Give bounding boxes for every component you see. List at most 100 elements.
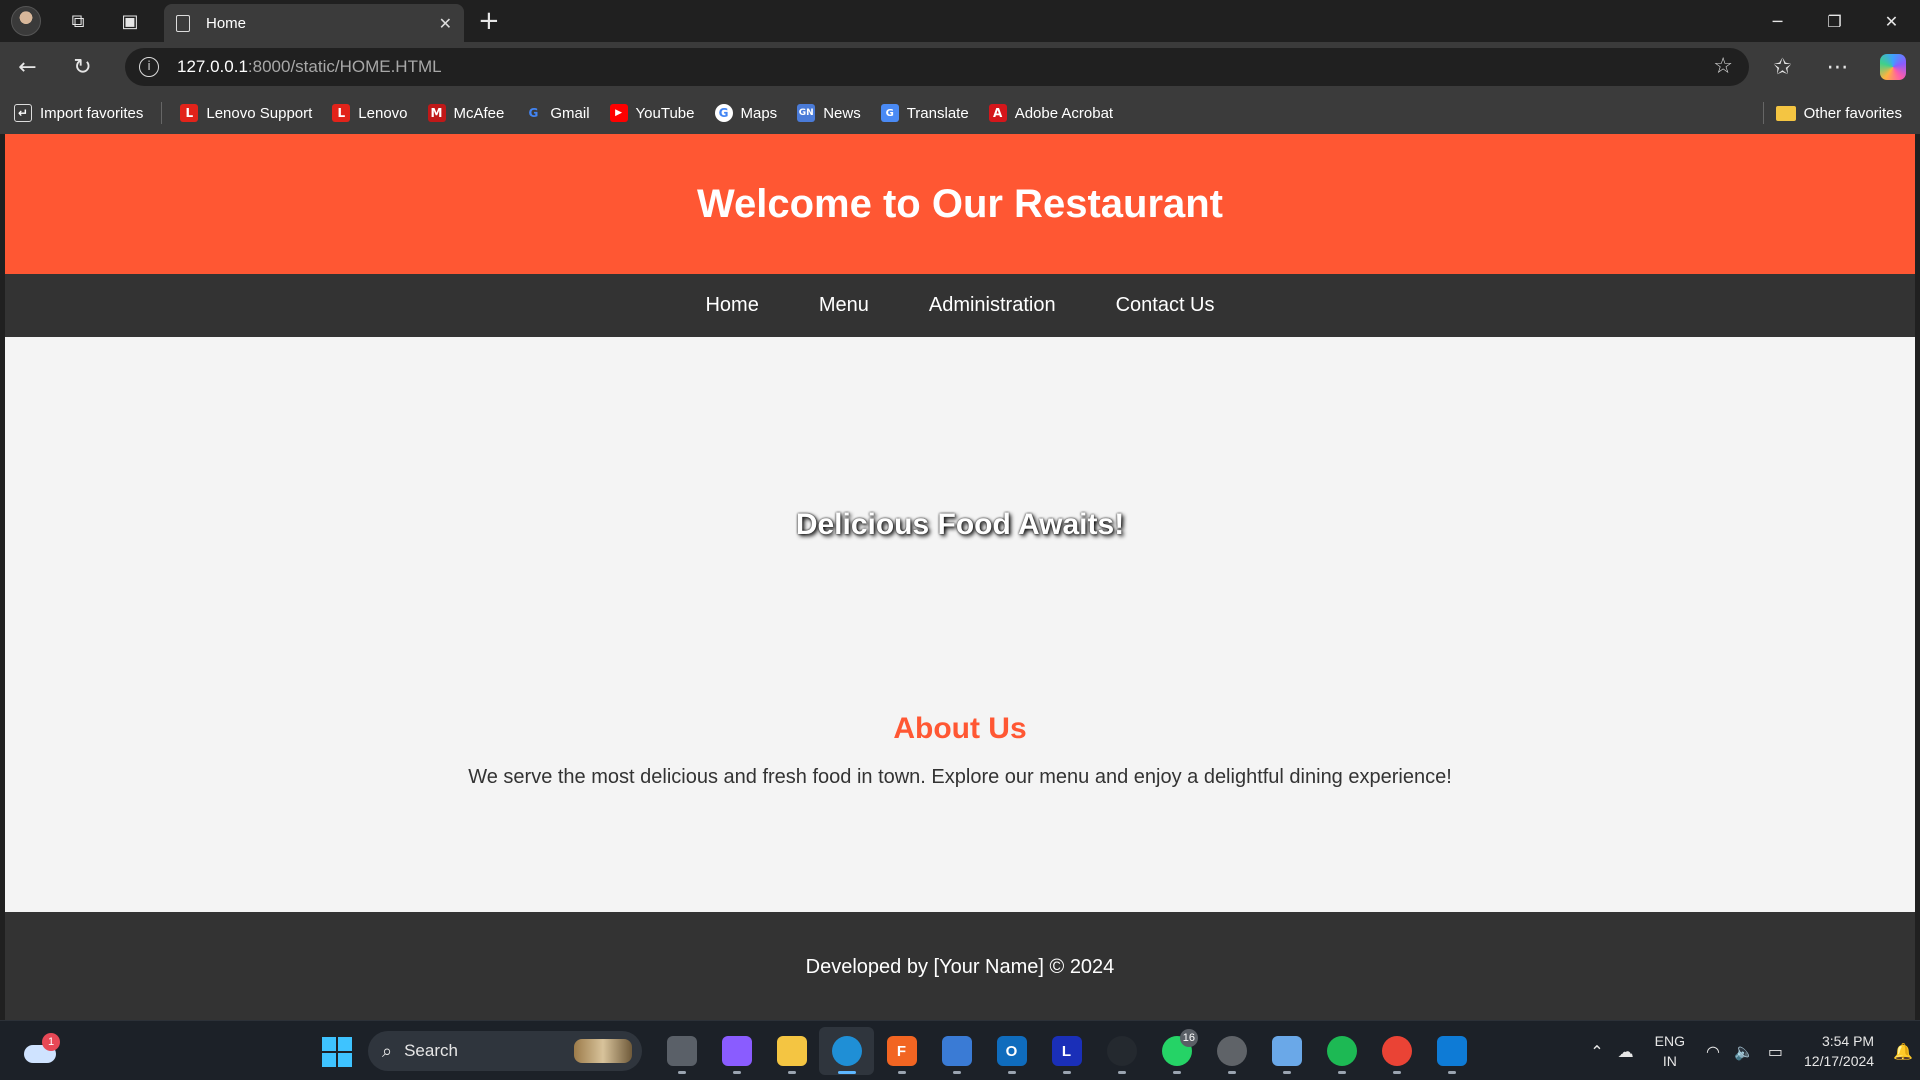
bookmark-maps[interactable]: G Maps [714, 98, 777, 128]
address-bar[interactable]: i 127.0.0.1:8000/static/HOME.HTML ☆ [125, 48, 1749, 86]
bookmark-translate[interactable]: G Translate [880, 98, 969, 128]
toolbar-right: ✩ ⋯ [1755, 42, 1920, 92]
spotify-icon [1326, 1036, 1357, 1066]
site-header: Welcome to Our Restaurant [5, 134, 1915, 274]
taskbar-app-file-explorer[interactable] [764, 1027, 819, 1075]
taskbar-app-chatgpt[interactable] [1204, 1027, 1259, 1075]
site-info-icon[interactable]: i [139, 57, 159, 77]
taskbar-app-whatsapp[interactable]: 16 [1149, 1027, 1204, 1075]
nav-link-administration[interactable]: Administration [929, 294, 1056, 317]
hero-section: Delicious Food Awaits! [5, 337, 1915, 712]
running-indicator [732, 1071, 741, 1074]
taskbar-app-task-view[interactable] [654, 1027, 709, 1075]
acrobat-icon: A [988, 104, 1007, 122]
back-icon[interactable]: ← [0, 42, 55, 92]
minimize-icon[interactable]: ─ [1749, 0, 1806, 42]
workspaces-icon[interactable]: ⧉ [52, 0, 104, 42]
running-indicator [1227, 1071, 1236, 1074]
bookmark-adobe-acrobat[interactable]: A Adobe Acrobat [988, 98, 1114, 128]
taskbar-app-chrome[interactable] [1369, 1027, 1424, 1075]
new-tab-icon[interactable]: + [478, 6, 500, 36]
language-code: ENG [1654, 1033, 1685, 1049]
bookmark-youtube[interactable]: ▶ YouTube [609, 98, 695, 128]
onedrive-icon[interactable]: ☁ [1618, 1042, 1634, 1061]
file-explorer-icon [776, 1036, 807, 1066]
start-button[interactable] [322, 1037, 352, 1067]
bookmark-lenovo[interactable]: L Lenovo [332, 98, 408, 128]
copilot-button[interactable] [1865, 42, 1920, 92]
weather-widget[interactable]: 1 [22, 1033, 60, 1065]
taskbar: 1 ⌕ Search F O L 16 ⌃ ☁ ENG IN ◠ 🔈 ▭ 3:54 P… [0, 1020, 1920, 1080]
bookmark-news[interactable]: GN News [797, 98, 861, 128]
github-icon [1106, 1036, 1137, 1066]
lenovo-icon: L [332, 104, 351, 122]
nav-link-menu[interactable]: Menu [819, 294, 869, 317]
chevron-up-icon[interactable]: ⌃ [1590, 1042, 1603, 1061]
running-indicator [677, 1071, 686, 1074]
windows-logo-tile [338, 1037, 352, 1051]
mcafee-icon: M [427, 104, 446, 122]
favorites-bar: ↵ Import favorites L Lenovo Support L Le… [0, 92, 1920, 134]
taskbar-app-copilot[interactable] [709, 1027, 764, 1075]
bookmark-label: News [823, 104, 861, 122]
copilot-icon [721, 1036, 752, 1066]
close-tab-icon[interactable]: ✕ [439, 14, 452, 33]
restore-icon[interactable]: ❐ [1806, 0, 1863, 42]
refresh-icon[interactable]: ↻ [55, 42, 110, 92]
running-indicator [1392, 1071, 1401, 1074]
tab-title: Home [206, 14, 247, 32]
chrome-icon [1381, 1036, 1412, 1066]
wifi-icon[interactable]: ◠ [1706, 1042, 1720, 1061]
battery-icon[interactable]: ▭ [1768, 1042, 1783, 1061]
clock-date: 12/17/2024 [1804, 1053, 1875, 1069]
bookmark-import-favorites[interactable]: ↵ Import favorites [14, 98, 143, 128]
clock-time: 3:54 PM [1821, 1033, 1875, 1049]
other-favorites[interactable]: Other favorites [1762, 98, 1902, 128]
language-indicator[interactable]: ENG IN [1655, 1031, 1685, 1071]
avatar [11, 6, 41, 36]
bookmark-label: Adobe Acrobat [1014, 104, 1114, 122]
window-controls: ─ ❐ ✕ [1749, 0, 1920, 42]
url-path: :8000/static/HOME.HTML [247, 57, 442, 76]
google-icon: G [714, 104, 733, 122]
taskbar-app-fiverr-app[interactable]: F [874, 1027, 929, 1075]
bookmark-label: Gmail [550, 104, 590, 122]
running-indicator [1447, 1071, 1456, 1074]
clock[interactable]: 3:54 PM 12/17/2024 [1804, 1031, 1874, 1071]
taskbar-app-globe-app[interactable] [1259, 1027, 1314, 1075]
taskbar-app-outlook[interactable]: O [984, 1027, 1039, 1075]
taskbar-app-lenovo-app[interactable]: L [1039, 1027, 1094, 1075]
pinned-apps: F O L 16 [654, 1027, 1479, 1075]
taskbar-app-spotify[interactable] [1314, 1027, 1369, 1075]
favorites-icon[interactable]: ✩ [1755, 42, 1810, 92]
running-indicator [837, 1071, 856, 1074]
close-window-icon[interactable]: ✕ [1863, 0, 1920, 42]
profile-button[interactable] [0, 0, 52, 42]
volume-icon[interactable]: 🔈 [1734, 1042, 1754, 1061]
about-heading: About Us [893, 712, 1027, 745]
more-menu-icon[interactable]: ⋯ [1810, 42, 1865, 92]
running-indicator [897, 1071, 906, 1074]
tab-home[interactable]: Home ✕ [164, 4, 464, 42]
running-indicator [1172, 1071, 1181, 1074]
nav-link-contact-us[interactable]: Contact Us [1116, 294, 1215, 317]
taskbar-app-vscode[interactable] [1424, 1027, 1479, 1075]
about-section: About Us We serve the most delicious and… [5, 712, 1915, 887]
taskbar-app-store[interactable] [929, 1027, 984, 1075]
add-favorite-icon[interactable]: ☆ [1713, 54, 1733, 79]
other-favorites-label: Other favorites [1803, 104, 1902, 122]
windows-logo-tile [338, 1053, 352, 1067]
bookmark-mcafee[interactable]: M McAfee [427, 98, 504, 128]
notifications-bell-icon[interactable]: 🔔 [1893, 1042, 1913, 1061]
vertical-tabs-icon[interactable]: ▣ [104, 0, 156, 42]
bookmark-gmail[interactable]: G Gmail [524, 98, 589, 128]
search-icon: ⌕ [382, 1040, 393, 1062]
copilot-icon [1879, 54, 1906, 80]
bookmark-label: Lenovo [358, 104, 408, 122]
taskbar-search[interactable]: ⌕ Search [368, 1031, 642, 1071]
taskbar-app-github[interactable] [1094, 1027, 1149, 1075]
bookmark-lenovo-support[interactable]: L Lenovo Support [180, 98, 312, 128]
taskbar-app-edge[interactable] [819, 1027, 874, 1075]
chatgpt-icon [1216, 1036, 1247, 1066]
nav-link-home[interactable]: Home [705, 294, 758, 317]
